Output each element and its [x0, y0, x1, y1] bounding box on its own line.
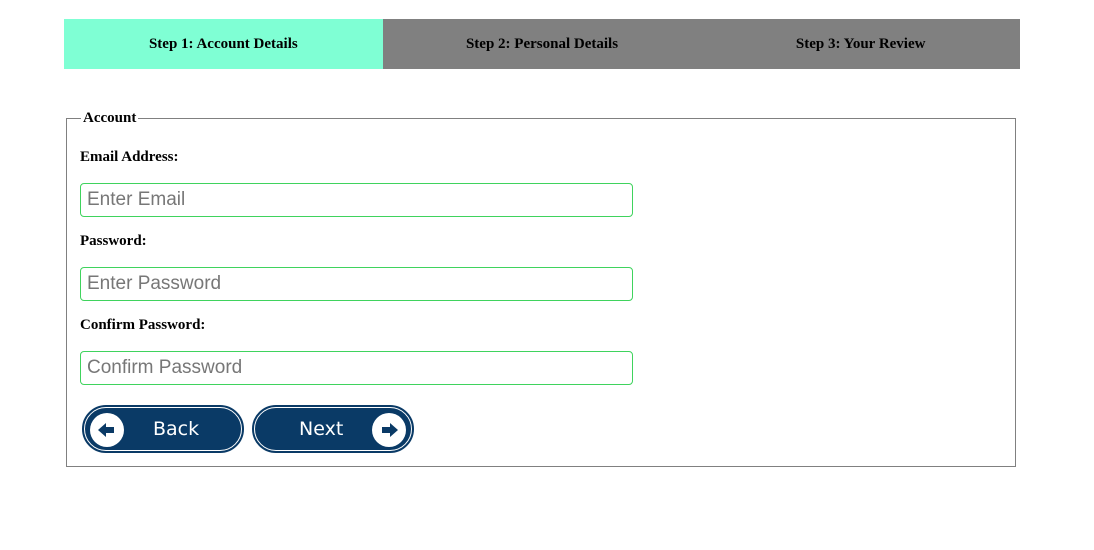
- step-label: Step 3: Your Review: [795, 35, 926, 52]
- confirm-password-label: Confirm Password:: [80, 317, 206, 333]
- password-input[interactable]: [80, 267, 633, 301]
- account-fieldset: Account Email Address: Password: Confirm…: [66, 110, 1016, 467]
- fieldset-legend: Account: [81, 110, 139, 127]
- tab-step-1-account-details[interactable]: Step 1: Account Details: [64, 19, 383, 69]
- tab-step-3-your-review[interactable]: Step 3: Your Review: [701, 19, 1020, 69]
- back-button[interactable]: Back: [82, 405, 244, 453]
- arrow-left-icon: [90, 413, 124, 447]
- next-button-label: Next: [299, 418, 344, 440]
- step-label: Step 2: Personal Details: [465, 35, 619, 52]
- confirm-password-input[interactable]: [80, 351, 633, 385]
- tab-step-2-personal-details[interactable]: Step 2: Personal Details: [383, 19, 702, 69]
- next-button[interactable]: Next: [252, 405, 414, 453]
- step-label: Step 1: Account Details: [148, 35, 298, 52]
- password-label: Password:: [80, 233, 147, 249]
- email-label: Email Address:: [80, 149, 179, 165]
- arrow-right-icon: [372, 413, 406, 447]
- back-button-label: Back: [153, 418, 200, 440]
- email-input[interactable]: [80, 183, 633, 217]
- step-progress-bar: Step 1: Account Details Step 2: Personal…: [64, 19, 1020, 69]
